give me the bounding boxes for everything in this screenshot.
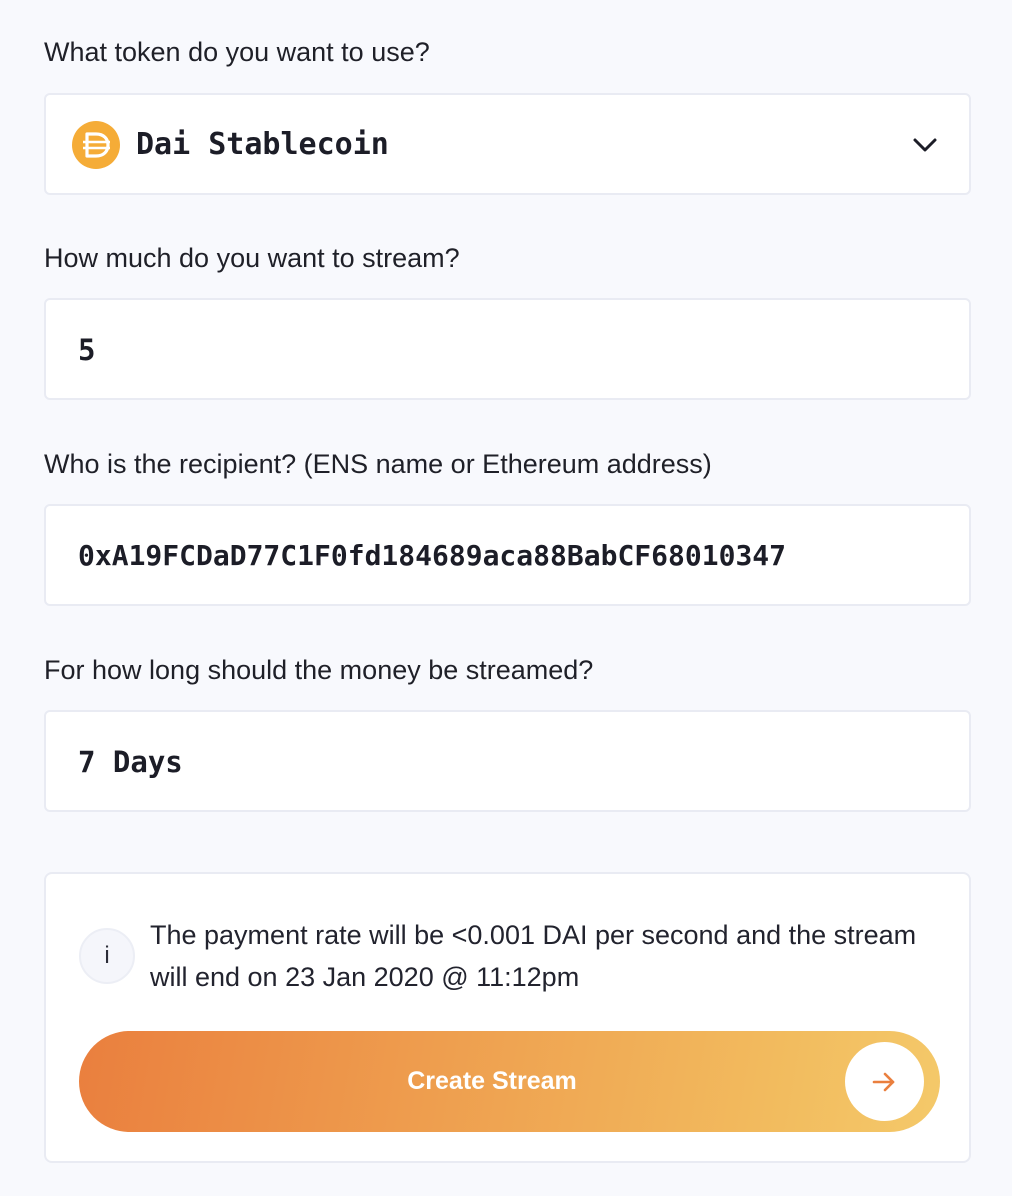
token-label: What token do you want to use? [44,37,430,67]
info-icon: i [79,928,135,984]
stream-summary-card: i The payment rate will be <0.001 DAI pe… [44,872,971,1163]
duration-input[interactable]: 7 Days [44,710,971,812]
token-select-value: Dai Stablecoin [136,127,389,162]
amount-input[interactable]: 5 [44,298,971,400]
dai-token-icon [72,121,120,169]
payment-rate-message: The payment rate will be <0.001 DAI per … [150,920,917,992]
amount-value: 5 [78,333,96,367]
duration-label: For how long should the money be streame… [44,655,594,685]
create-stream-button[interactable]: Create Stream [79,1031,940,1132]
amount-label: How much do you want to stream? [44,243,460,273]
recipient-input[interactable]: 0xA19FCDaD77C1F0fd184689aca88BabCF680103… [44,504,971,606]
recipient-label: Who is the recipient? (ENS name or Ether… [44,449,712,479]
token-select[interactable]: Dai Stablecoin [44,93,971,195]
chevron-down-icon [913,138,937,152]
arrow-right-icon [872,1072,895,1092]
create-stream-button-label: Create Stream [407,1067,577,1095]
duration-value: 7 Days [78,745,183,779]
create-stream-form: What token do you want to use? Dai Stabl… [0,0,1012,1196]
arrow-right-button[interactable] [845,1042,924,1121]
recipient-value: 0xA19FCDaD77C1F0fd184689aca88BabCF680103… [78,539,787,572]
